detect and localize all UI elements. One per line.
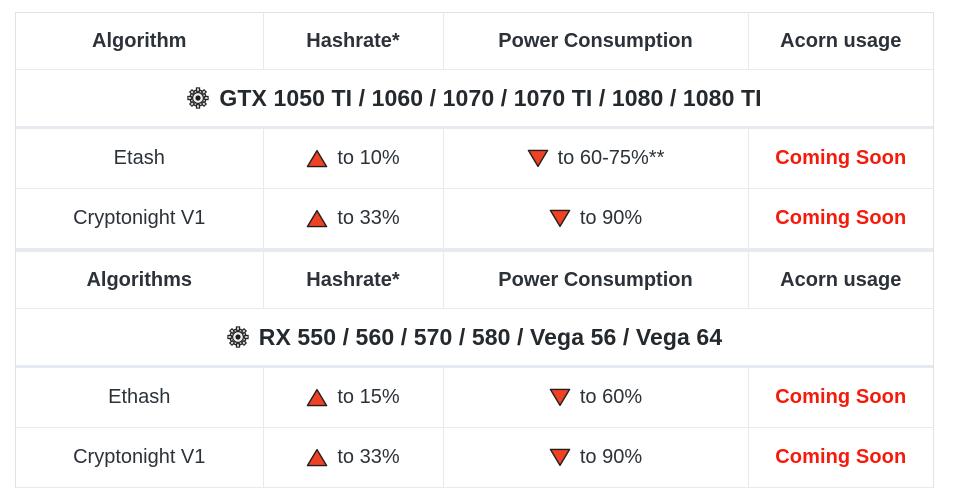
status-badge: Coming Soon	[775, 446, 907, 468]
column-header-hashrate: Hashrate*	[263, 250, 444, 309]
algorithm-name: Cryptonight V1	[73, 446, 206, 468]
triangle-up-icon	[306, 149, 328, 169]
column-header-power-consumption: Power Consumption	[443, 13, 749, 70]
column-header-algorithm: Algorithm	[16, 13, 264, 70]
table-title-cell: RX 550 / 560 / 570 / 580 / Vega 56 / Veg…	[16, 308, 933, 368]
power-value: to 90%	[579, 207, 643, 229]
cell-acorn-usage: Coming Soon	[748, 127, 933, 189]
status-badge: Coming Soon	[775, 386, 907, 408]
cell-hashrate: to 33%	[263, 427, 444, 488]
table-header-row: Algorithms Hashrate* Power Consumption A…	[16, 250, 933, 309]
table-row: Cryptonight V1 to 33% to 90% Coming Soon	[16, 188, 933, 249]
triangle-up-icon	[306, 448, 328, 468]
tables-container: GTX 1050 TI / 1060 / 1070 / 1070 TI / 10…	[15, 12, 934, 488]
status-badge: Coming Soon	[775, 207, 907, 229]
gpu-table-amd: RX 550 / 560 / 570 / 580 / Vega 56 / Veg…	[16, 249, 933, 488]
cell-acorn-usage: Coming Soon	[748, 188, 933, 249]
cell-algorithm: Ethash	[16, 366, 264, 428]
table-title-row: GTX 1050 TI / 1060 / 1070 / 1070 TI / 10…	[16, 69, 933, 129]
triangle-down-icon	[549, 388, 571, 408]
column-header-hashrate: Hashrate*	[263, 13, 444, 70]
table-row: Etash to 10% to 60-75%** Coming Soon	[16, 127, 933, 189]
hashrate-value: to 10%	[337, 147, 400, 169]
cell-power-consumption: to 60-75%**	[443, 127, 749, 189]
power-value: to 60%	[579, 386, 643, 408]
cell-power-consumption: to 90%	[443, 427, 749, 488]
gpu-table-nvidia: GTX 1050 TI / 1060 / 1070 / 1070 TI / 10…	[16, 13, 933, 249]
algorithm-name: Ethash	[108, 386, 171, 408]
cell-hashrate: to 33%	[263, 188, 444, 249]
cell-hashrate: to 15%	[263, 366, 444, 428]
hashrate-value: to 33%	[337, 446, 400, 468]
triangle-up-icon	[306, 209, 328, 229]
hashrate-value: to 33%	[337, 207, 400, 229]
cell-power-consumption: to 90%	[443, 188, 749, 249]
cell-algorithm: Etash	[16, 127, 264, 189]
table-header-row: Algorithm Hashrate* Power Consumption Ac…	[16, 13, 933, 70]
status-badge: Coming Soon	[775, 147, 907, 169]
cell-algorithm: Cryptonight V1	[16, 427, 264, 488]
triangle-down-icon	[549, 448, 571, 468]
cell-algorithm: Cryptonight V1	[16, 188, 264, 249]
column-header-power-consumption: Power Consumption	[443, 250, 749, 309]
algorithm-name: Etash	[113, 147, 165, 169]
gear-icon	[187, 87, 210, 109]
table-title-text: GTX 1050 TI / 1060 / 1070 / 1070 TI / 10…	[219, 84, 762, 111]
algorithm-name: Cryptonight V1	[73, 207, 206, 229]
power-value: to 60-75%**	[557, 147, 665, 169]
cell-power-consumption: to 60%	[443, 366, 749, 428]
triangle-down-icon	[527, 149, 549, 169]
power-value: to 90%	[579, 446, 643, 468]
triangle-up-icon	[306, 388, 328, 408]
table-title-cell: GTX 1050 TI / 1060 / 1070 / 1070 TI / 10…	[16, 69, 933, 129]
table-row: Cryptonight V1 to 33% to 90% Coming Soon	[16, 427, 933, 488]
cell-acorn-usage: Coming Soon	[748, 366, 933, 428]
table-row: Ethash to 15% to 60% Coming Soon	[16, 366, 933, 428]
column-header-acorn-usage: Acorn usage	[748, 250, 933, 309]
table-title-text: RX 550 / 560 / 570 / 580 / Vega 56 / Veg…	[258, 323, 723, 350]
column-header-acorn-usage: Acorn usage	[748, 13, 933, 70]
gear-icon	[227, 326, 249, 348]
gpu-performance-tables-page: GTX 1050 TI / 1060 / 1070 / 1070 TI / 10…	[0, 0, 953, 503]
triangle-down-icon	[549, 209, 571, 229]
column-header-algorithms: Algorithms	[16, 250, 264, 309]
cell-hashrate: to 10%	[263, 127, 444, 189]
hashrate-value: to 15%	[337, 386, 400, 408]
table-title-row: RX 550 / 560 / 570 / 580 / Vega 56 / Veg…	[16, 308, 933, 368]
cell-acorn-usage: Coming Soon	[748, 427, 933, 488]
